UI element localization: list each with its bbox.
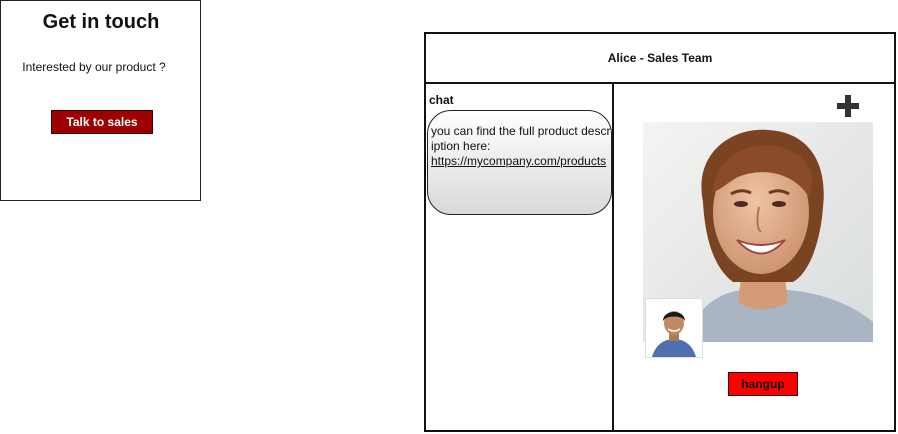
chat-message-link[interactable]: https://mycompany.com/products	[431, 154, 606, 168]
chat-message-text: you can find the full product descriptio…	[431, 124, 611, 153]
chat-message-bubble: you can find the full product descriptio…	[427, 110, 612, 215]
call-header: Alice - Sales Team	[426, 34, 894, 84]
call-window: Alice - Sales Team chat you can find the…	[424, 32, 896, 432]
hangup-button[interactable]: hangup	[728, 372, 798, 396]
panel-divider	[612, 84, 614, 430]
self-video	[645, 298, 703, 358]
contact-card: Get in touch Interested by our product ?…	[0, 0, 201, 201]
call-title: Alice - Sales Team	[607, 51, 713, 65]
card-title: Get in touch	[42, 11, 160, 33]
plus-icon[interactable]	[836, 94, 860, 118]
chat-label: chat	[429, 93, 454, 107]
card-subtitle: Interested by our product ?	[22, 60, 166, 74]
talk-to-sales-button[interactable]: Talk to sales	[51, 110, 153, 134]
